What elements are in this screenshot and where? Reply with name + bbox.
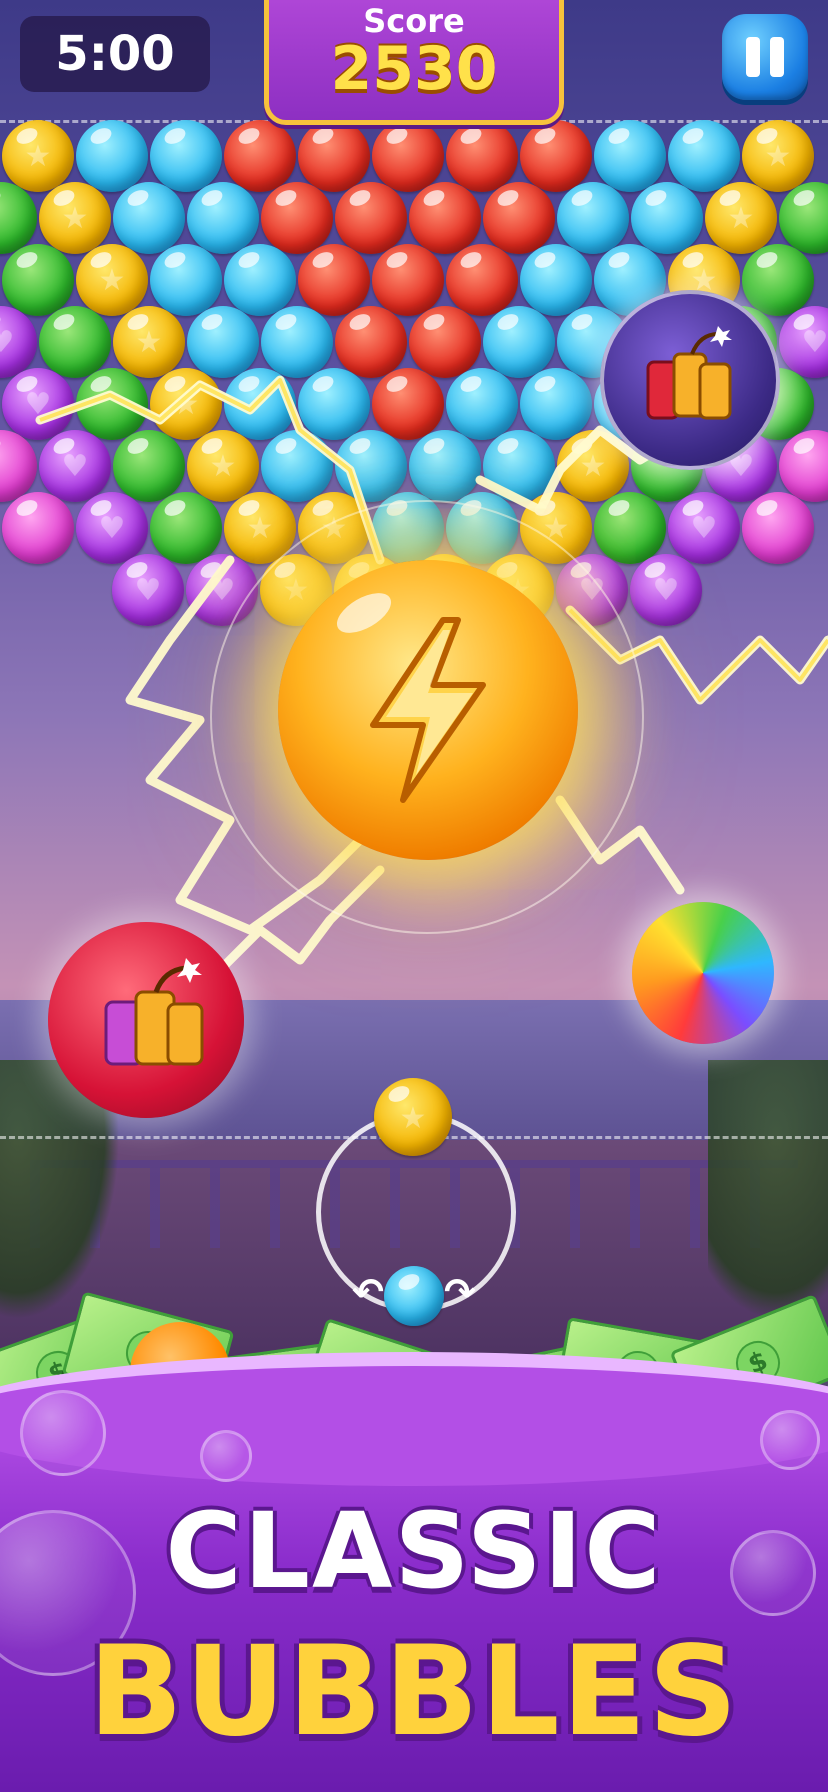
soap-bubble <box>20 1390 106 1476</box>
soap-bubble <box>200 1430 252 1482</box>
score-panel: Score 2530 <box>264 0 564 125</box>
tnt-bomb-icon <box>646 326 732 420</box>
tnt-bomb-icon <box>104 958 204 1066</box>
title-line-1: CLASSIC <box>165 1490 663 1612</box>
game-scene: ★★★★★★♥★★♥♥★★♥★★♥♥★★★♥♥♥★★★★♥♥ <box>0 0 828 1792</box>
soap-bubble <box>760 1410 820 1470</box>
rainbow-booster-bubble[interactable] <box>632 902 774 1044</box>
pause-icon <box>746 37 784 77</box>
lightning-bolt-icon <box>370 617 486 803</box>
bomb-booster-bubble[interactable] <box>600 290 780 470</box>
bomb-booster-bubble[interactable] <box>48 922 244 1118</box>
pause-button[interactable] <box>722 14 808 100</box>
timer: 5:00 <box>20 16 210 92</box>
score-value: 2530 <box>330 34 498 104</box>
lightning-booster-bubble[interactable] <box>278 560 578 860</box>
title-line-2: BUBBLES <box>88 1620 740 1764</box>
shooter-current-bubble[interactable]: ★ <box>374 1078 452 1156</box>
